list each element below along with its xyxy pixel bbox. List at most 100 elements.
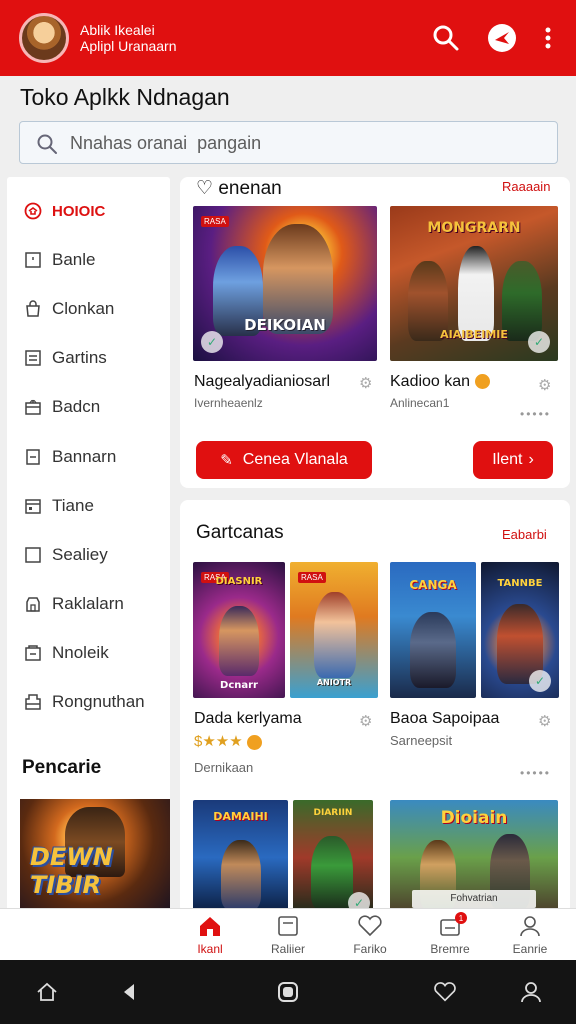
user-outline-icon[interactable] bbox=[517, 978, 545, 1006]
avatar[interactable] bbox=[19, 13, 69, 63]
promo-banner[interactable]: DEWN TIBIR bbox=[20, 799, 170, 911]
rating-stars: $★★★ bbox=[194, 732, 262, 750]
game-developer: Ivernheaenlz bbox=[194, 396, 263, 410]
home-outline-icon[interactable] bbox=[33, 978, 61, 1006]
sidebar-item-label: Gartins bbox=[52, 348, 107, 367]
game-art-title: MONGRARN bbox=[427, 220, 521, 236]
game-art-caption: DEIKOIAN bbox=[244, 316, 326, 334]
edit-icon: ✎ bbox=[220, 452, 233, 469]
sidebar-item-raklalarn[interactable]: Raklalarn bbox=[7, 581, 170, 627]
sidebar: HOIOIC Banle Clonkan Gartins Badcn Banna… bbox=[7, 177, 170, 912]
tablet-icon bbox=[277, 915, 299, 940]
heart-outline-icon[interactable] bbox=[431, 978, 459, 1006]
search-icon bbox=[36, 133, 58, 160]
nav-item-profile[interactable]: Eanrie bbox=[495, 909, 565, 961]
home-icon bbox=[23, 201, 43, 221]
app-title-line1: Ablik Ikealei bbox=[80, 22, 155, 38]
sidebar-item-nnoleik[interactable]: Nnoleik bbox=[7, 630, 170, 676]
game-thumbnail[interactable]: DIARIIN ✓ bbox=[293, 800, 373, 915]
sidebar-item-banle[interactable]: Banle bbox=[7, 237, 170, 283]
square-icon bbox=[23, 250, 43, 270]
game-thumbnail[interactable]: RASA DEIKOIAN ✓ bbox=[193, 206, 377, 361]
sidebar-item-label: HOIOIC bbox=[52, 202, 106, 220]
game-thumbnail[interactable]: Dioiain Fohvatrian bbox=[390, 800, 558, 915]
game-name[interactable]: Kadioo kan bbox=[390, 373, 490, 391]
settings-icon[interactable]: ⚙ bbox=[538, 376, 551, 394]
next-button[interactable]: Ilent › bbox=[473, 441, 553, 479]
game-developer: Sarneepsit bbox=[390, 733, 453, 748]
game-name[interactable]: Baoa Sapoipaa bbox=[390, 710, 499, 728]
nav-item-favorites[interactable]: Fariko bbox=[335, 909, 405, 961]
bag-icon bbox=[23, 299, 43, 319]
calendar-icon bbox=[23, 496, 43, 516]
heart-icon bbox=[357, 915, 383, 940]
nav-item-home[interactable]: Ikanl bbox=[175, 909, 245, 961]
coin-icon bbox=[474, 374, 490, 390]
game-name[interactable]: Nagealyadianiosarl bbox=[194, 373, 330, 391]
sidebar-item-tiane[interactable]: Tiane bbox=[7, 483, 170, 529]
games-section: Gartcanas Eabarbi RASA DIASNIR Dcnarr RA… bbox=[180, 500, 570, 915]
game-thumbnail[interactable]: TANNBE ✓ bbox=[481, 562, 559, 698]
search-bar[interactable] bbox=[19, 121, 558, 164]
check-icon: ✓ bbox=[201, 331, 223, 353]
more-vertical-icon[interactable] bbox=[532, 22, 564, 54]
game-art-title: CANGA bbox=[409, 578, 457, 592]
more-dots-icon[interactable]: ••••• bbox=[520, 407, 551, 421]
sidebar-item-label: Nnoleik bbox=[52, 643, 109, 662]
game-thumbnail[interactable]: MONGRARN AIAIBEIMIE ✓ bbox=[390, 206, 558, 361]
sidebar-item-label: Clonkan bbox=[52, 299, 115, 318]
settings-icon[interactable]: ⚙ bbox=[359, 712, 372, 730]
notification-badge: 1 bbox=[455, 912, 467, 924]
sidebar-item-label: Badcn bbox=[52, 397, 101, 416]
game-art-title: DIASNIR bbox=[215, 576, 263, 587]
sidebar-item-label: Banle bbox=[52, 250, 96, 269]
game-art-title: Dioiain bbox=[440, 808, 508, 828]
app-title-line2: Aplipl Uranaarn bbox=[80, 38, 177, 54]
sidebar-item-clonkan[interactable]: Clonkan bbox=[7, 286, 170, 332]
store-icon bbox=[23, 643, 43, 663]
game-tag: RASA bbox=[298, 572, 326, 583]
sidebar-item-label: Rongnuthan bbox=[52, 692, 145, 711]
sidebar-item-label: Bannarn bbox=[52, 447, 117, 466]
shop-icon bbox=[23, 594, 43, 614]
nav-item-tablet[interactable]: Raliier bbox=[253, 909, 323, 961]
settings-icon[interactable]: ⚙ bbox=[359, 374, 372, 392]
game-art-title: DAMAIHI bbox=[213, 810, 268, 823]
banner-logo: DEWN TIBIR bbox=[30, 843, 113, 899]
sidebar-item-bannarn[interactable]: Bannarn bbox=[7, 434, 170, 480]
search-icon[interactable] bbox=[430, 22, 462, 54]
back-icon[interactable] bbox=[115, 978, 143, 1006]
search-input[interactable] bbox=[70, 128, 540, 158]
settings-icon[interactable]: ⚙ bbox=[538, 712, 551, 730]
compass-icon[interactable] bbox=[486, 22, 518, 54]
more-dots-icon[interactable]: ••••• bbox=[520, 766, 551, 780]
app-header: Ablik Ikealei Aplipl Uranaarn bbox=[0, 0, 576, 76]
section-title: ♡ enenan bbox=[196, 178, 282, 199]
document-icon bbox=[23, 447, 43, 467]
check-icon: ✓ bbox=[529, 670, 551, 692]
home-button-icon[interactable] bbox=[274, 978, 302, 1006]
sidebar-item-gartins[interactable]: Gartins bbox=[7, 335, 170, 381]
game-name[interactable]: Dada kerlyama bbox=[194, 710, 302, 728]
game-thumbnail[interactable]: RASA ANIOTR bbox=[290, 562, 378, 698]
check-icon: ✓ bbox=[528, 331, 550, 353]
sidebar-item-rongnuthan[interactable]: Rongnuthan bbox=[7, 679, 170, 725]
sidebar-item-badcn[interactable]: Badcn bbox=[7, 384, 170, 430]
package-icon bbox=[23, 692, 43, 712]
game-thumbnail[interactable]: DAMAIHI bbox=[193, 800, 288, 915]
game-developer: Dernikaan bbox=[194, 760, 254, 775]
primary-action-button[interactable]: ✎ Cenea Vlanala bbox=[196, 441, 372, 479]
box-icon bbox=[23, 545, 43, 565]
sidebar-item-label: Tiane bbox=[52, 496, 94, 515]
heart-icon: ♡ bbox=[196, 178, 214, 199]
game-thumbnail[interactable]: CANGA bbox=[390, 562, 476, 698]
sidebar-item-sealiey[interactable]: Sealiey bbox=[7, 532, 170, 578]
featured-section: ♡ enenan Raaaain RASA DEIKOIAN ✓ MONGRAR… bbox=[180, 177, 570, 488]
see-all-link[interactable]: Eabarbi bbox=[502, 527, 547, 542]
game-thumbnail[interactable]: RASA DIASNIR Dcnarr bbox=[193, 562, 285, 698]
sidebar-item-home[interactable]: HOIOIC bbox=[7, 188, 170, 234]
see-all-link[interactable]: Raaaain bbox=[502, 179, 550, 194]
nav-item-cart[interactable]: 1 Bremre bbox=[415, 909, 485, 961]
game-art-caption: ANIOTR bbox=[316, 678, 352, 687]
gift-icon bbox=[23, 397, 43, 417]
